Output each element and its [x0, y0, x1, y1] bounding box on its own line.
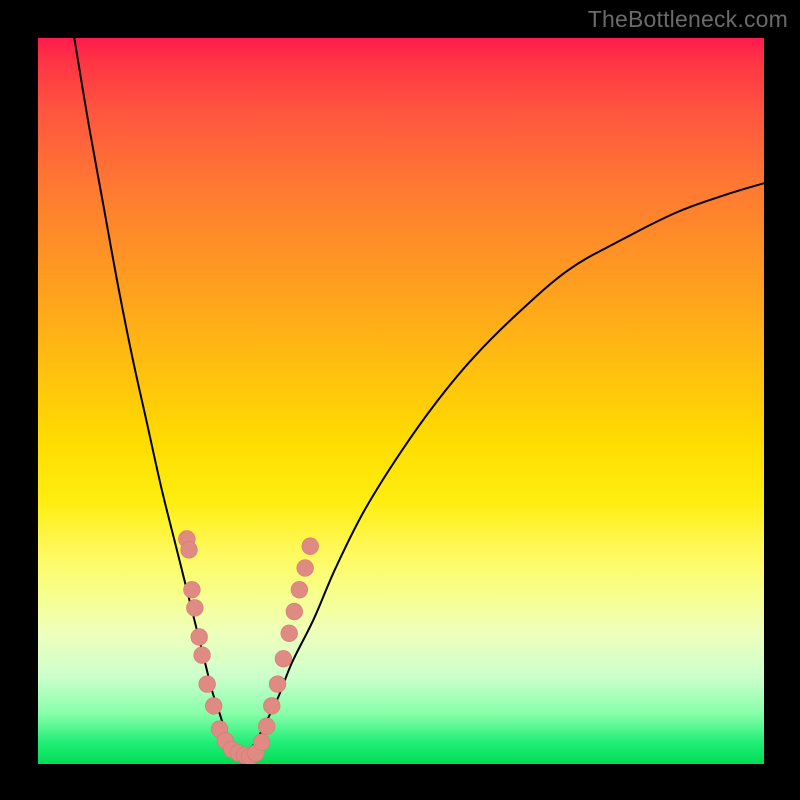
bead-marker: [258, 718, 275, 735]
frame-right: [764, 0, 800, 800]
bead-marker: [205, 698, 222, 715]
bead-marker: [186, 600, 203, 617]
bead-marker: [269, 676, 286, 693]
bead-marker: [275, 650, 292, 667]
bead-marker: [253, 734, 270, 751]
bead-marker: [286, 603, 303, 620]
bead-marker: [181, 541, 198, 558]
chart-svg: [38, 38, 764, 764]
bead-marker: [194, 647, 211, 664]
bead-marker: [199, 676, 216, 693]
bead-marker: [297, 560, 314, 577]
left-branch-curve: [74, 38, 241, 757]
plot-area: [38, 38, 764, 764]
right-branch-curve: [241, 183, 764, 757]
bead-marker: [291, 581, 308, 598]
bead-marker: [302, 538, 319, 555]
bead-markers: [178, 531, 318, 764]
frame-bottom: [0, 764, 800, 800]
bead-marker: [281, 625, 298, 642]
bead-marker: [263, 698, 280, 715]
watermark-text: TheBottleneck.com: [588, 6, 788, 33]
bead-marker: [191, 629, 208, 646]
bead-marker: [184, 581, 201, 598]
chart-container: TheBottleneck.com: [0, 0, 800, 800]
frame-left: [0, 0, 38, 800]
